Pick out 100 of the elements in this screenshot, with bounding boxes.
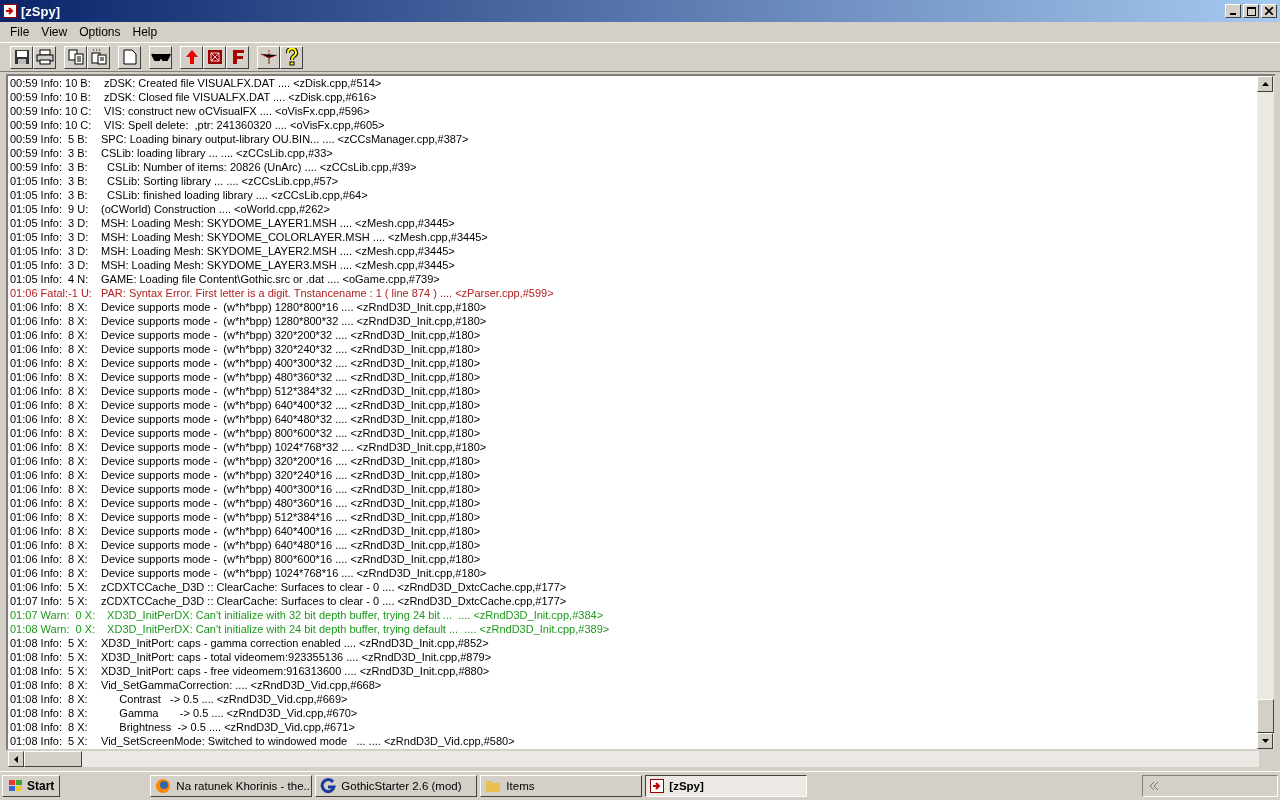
save-button[interactable]	[10, 45, 33, 69]
log-message: (oCWorld) Construction .... <oWorld.cpp,#262>	[101, 202, 330, 216]
left-arrow-icon	[14, 755, 18, 763]
start-button[interactable]: Start	[2, 775, 61, 797]
log-message: Device supports mode - (w*h*bpp) 400*300*32 .... <zRndD3D_Init.cpp,#180>	[101, 356, 481, 370]
log-message: XD3D_InitPort: caps - total videomem:923355136 .... <zRndD3D_Init.cpp,#879>	[101, 650, 492, 664]
log-message: VIS: construct new oCVisualFX .... <oVisFx.cpp,#596>	[103, 104, 370, 118]
log-message: MSH: Loading Mesh: SKYDOME_LAYER2.MSH .... <zMesh.cpp,#3445>	[101, 244, 455, 258]
log-message: XD3D_InitPort: caps - free videomem:916313600 .... <zRndD3D_Init.cpp,#880>	[101, 664, 490, 678]
log-prefix: 01:06 Info: 8 X:	[10, 496, 89, 510]
split-button[interactable]	[257, 45, 280, 69]
log-message: SPC: Loading binary output-library OU.BIN... .... <zCCsManager.cpp,#387>	[101, 132, 469, 146]
log-prefix: 01:05 Info: 3 D:	[10, 244, 90, 258]
taskbar-button[interactable]: GothicStarter 2.6 (mod)	[315, 775, 478, 797]
log-message: Device supports mode - (w*h*bpp) 800*600*16 .... <zRndD3D_Init.cpp,#180>	[101, 552, 481, 566]
log-message: Device supports mode - (w*h*bpp) 480*360*32 .... <zRndD3D_Init.cpp,#180>	[101, 370, 481, 384]
help-button[interactable]	[280, 45, 303, 69]
log-prefix: 00:59 Info: 10 C:	[10, 104, 93, 118]
new-button[interactable]	[118, 45, 141, 69]
log-prefix: 01:06 Info: 8 X:	[10, 370, 89, 384]
log-message: zDSK: Created file VISUALFX.DAT .... <zDisk.cpp,#514>	[103, 76, 382, 90]
vertical-scrollbar[interactable]	[1257, 76, 1274, 749]
copy-button[interactable]	[64, 45, 87, 69]
log-message: CSLib: Sorting library ... .... <zCCsLib.cpp,#57>	[106, 174, 339, 188]
printer-icon	[35, 49, 54, 65]
log-message: Device supports mode - (w*h*bpp) 512*384*32 .... <zRndD3D_Init.cpp,#180>	[101, 384, 481, 398]
menu-item[interactable]: Help	[126, 25, 164, 39]
numbered-copy-icon	[90, 49, 107, 65]
log-prefix: 01:06 Info: 8 X:	[10, 342, 89, 356]
taskbar-button[interactable]: Na ratunek Khorinis - the...	[150, 775, 313, 797]
log-message: XD3D_InitPort: caps - gamma correction enabled .... <zRndD3D_Init.cpp,#852>	[101, 636, 489, 650]
log-prefix: 01:06 Info: 8 X:	[10, 538, 89, 552]
log-prefix: 01:08 Info: 8 X:	[10, 678, 89, 692]
log-prefix: 01:06 Info: 8 X:	[10, 440, 89, 454]
log-message: GAME: Loading file Content\Gothic.src or .dat .... <oGame.cpp,#739>	[101, 272, 440, 286]
log-prefix: 01:06 Info: 8 X:	[10, 356, 89, 370]
log-message: XD3D_InitPerDX: Can't initialize with 32 bit depth buffer, trying 24 bit ... .... <zRndD3D_Init.cpp,#384>	[106, 608, 604, 622]
down-arrow-icon	[1261, 739, 1269, 743]
crossed-box-icon	[206, 49, 223, 65]
log-prefix: 01:06 Info: 8 X:	[10, 552, 89, 566]
log-message: Device supports mode - (w*h*bpp) 320*240*32 .... <zRndD3D_Init.cpp,#180>	[101, 342, 481, 356]
log-prefix: 01:06 Info: 8 X:	[10, 468, 89, 482]
app-icon	[3, 4, 17, 18]
window-title: [zSpy]	[21, 3, 60, 19]
log-message: XD3D_InitPerDX: Can't initialize with 24 bit depth buffer, trying default ... .... <zRndD3D_Init.cpp,#389>	[106, 622, 610, 636]
log-message: Vid_SetGammaCorrection: .... <zRndD3D_Vid.cpp,#668>	[101, 678, 382, 692]
log-message: MSH: Loading Mesh: SKYDOME_COLORLAYER.MSH .... <zMesh.cpp,#3445>	[101, 230, 488, 244]
close-button[interactable]	[1261, 4, 1277, 18]
log-message: zDSK: Closed file VISUALFX.DAT .... <zDisk.cpp,#616>	[103, 90, 377, 104]
log-message: VIS: Spell delete: ,ptr: 241360320 .... <oVisFx.cpp,#605>	[103, 118, 385, 132]
log-prefix: 01:08 Info: 8 X:	[10, 706, 89, 720]
log-message: CSLib: Number of items: 20826 (UnArc) .... <zCCsLib.cpp,#39>	[106, 160, 417, 174]
copy-icon	[67, 49, 84, 65]
log-message: Gamma -> 0.5 .... <zRndD3D_Vid.cpp,#670>	[118, 706, 358, 720]
minimize-button[interactable]	[1225, 4, 1241, 18]
maximize-icon	[1246, 6, 1256, 16]
log-message: Device supports mode - (w*h*bpp) 640*480*16 .... <zRndD3D_Init.cpp,#180>	[101, 538, 481, 552]
maximize-button[interactable]	[1243, 4, 1259, 18]
log-message: zCDXTCCache_D3D :: ClearCache: Surfaces to clear - 0 .... <zRndD3D_DxtcCache.cpp,#177>	[101, 580, 567, 594]
log-prefix: 01:06 Fatal:-1 U:	[10, 286, 93, 300]
blank-page-icon	[122, 49, 137, 65]
log-message: PAR: Syntax Error. First letter is a digit. Tnstancename : 1 ( line 874 ) .... <zParser.cpp,#599>	[101, 286, 554, 300]
copy-numbered-button[interactable]	[87, 45, 110, 69]
menu-item[interactable]: File	[4, 25, 36, 39]
letter-g-icon	[320, 778, 337, 794]
log-prefix: 01:08 Info: 5 X:	[10, 664, 89, 678]
log-message: Device supports mode - (w*h*bpp) 320*240*16 .... <zRndD3D_Init.cpp,#180>	[101, 468, 481, 482]
scroll-thumb[interactable]	[1257, 699, 1274, 733]
letter-f-icon	[230, 49, 245, 65]
log-prefix: 01:05 Info: 4 N:	[10, 272, 90, 286]
log-prefix: 01:06 Info: 8 X:	[10, 524, 89, 538]
log-message: Device supports mode - (w*h*bpp) 1024*768*32 .... <zRndD3D_Init.cpp,#180>	[101, 440, 487, 454]
log-prefix: 01:05 Info: 3 D:	[10, 258, 90, 272]
app-icon	[650, 779, 665, 793]
log-message: Device supports mode - (w*h*bpp) 640*400*16 .... <zRndD3D_Init.cpp,#180>	[101, 524, 481, 538]
chevron-icon[interactable]	[1149, 782, 1159, 790]
log-prefix: 01:06 Info: 8 X:	[10, 328, 89, 342]
log-message: Device supports mode - (w*h*bpp) 640*400*32 .... <zRndD3D_Init.cpp,#180>	[101, 398, 481, 412]
menu-item[interactable]: View	[35, 25, 74, 39]
taskbar-button[interactable]: Items	[480, 775, 643, 797]
log-prefix: 01:06 Info: 8 X:	[10, 412, 89, 426]
log-message: Device supports mode - (w*h*bpp) 800*600*32 .... <zRndD3D_Init.cpp,#180>	[101, 426, 481, 440]
up-button[interactable]	[180, 45, 203, 69]
log-prefix: 01:06 Info: 8 X:	[10, 426, 89, 440]
scroll-thumb[interactable]	[24, 751, 82, 767]
horizontal-scrollbar[interactable]	[8, 751, 1259, 767]
log-prefix: 01:06 Info: 8 X:	[10, 566, 89, 580]
print-button[interactable]	[33, 45, 56, 69]
log-prefix: 00:59 Info: 5 B:	[10, 132, 89, 146]
log-prefix: 00:59 Info: 10 B:	[10, 76, 92, 90]
glasses-button[interactable]	[149, 45, 172, 69]
up-arrow-icon	[184, 49, 199, 65]
taskbar-button[interactable]: [zSpy]	[645, 775, 808, 797]
font-button[interactable]	[226, 45, 249, 69]
log-prefix: 01:05 Info: 3 B:	[10, 174, 89, 188]
windows-logo-icon	[8, 779, 24, 793]
log-message: Device supports mode - (w*h*bpp) 1280*800*32 .... <zRndD3D_Init.cpp,#180>	[101, 314, 487, 328]
menu-item[interactable]: Options	[73, 25, 127, 39]
log-message: Device supports mode - (w*h*bpp) 640*480*32 .... <zRndD3D_Init.cpp,#180>	[101, 412, 481, 426]
clear-button[interactable]	[203, 45, 226, 69]
